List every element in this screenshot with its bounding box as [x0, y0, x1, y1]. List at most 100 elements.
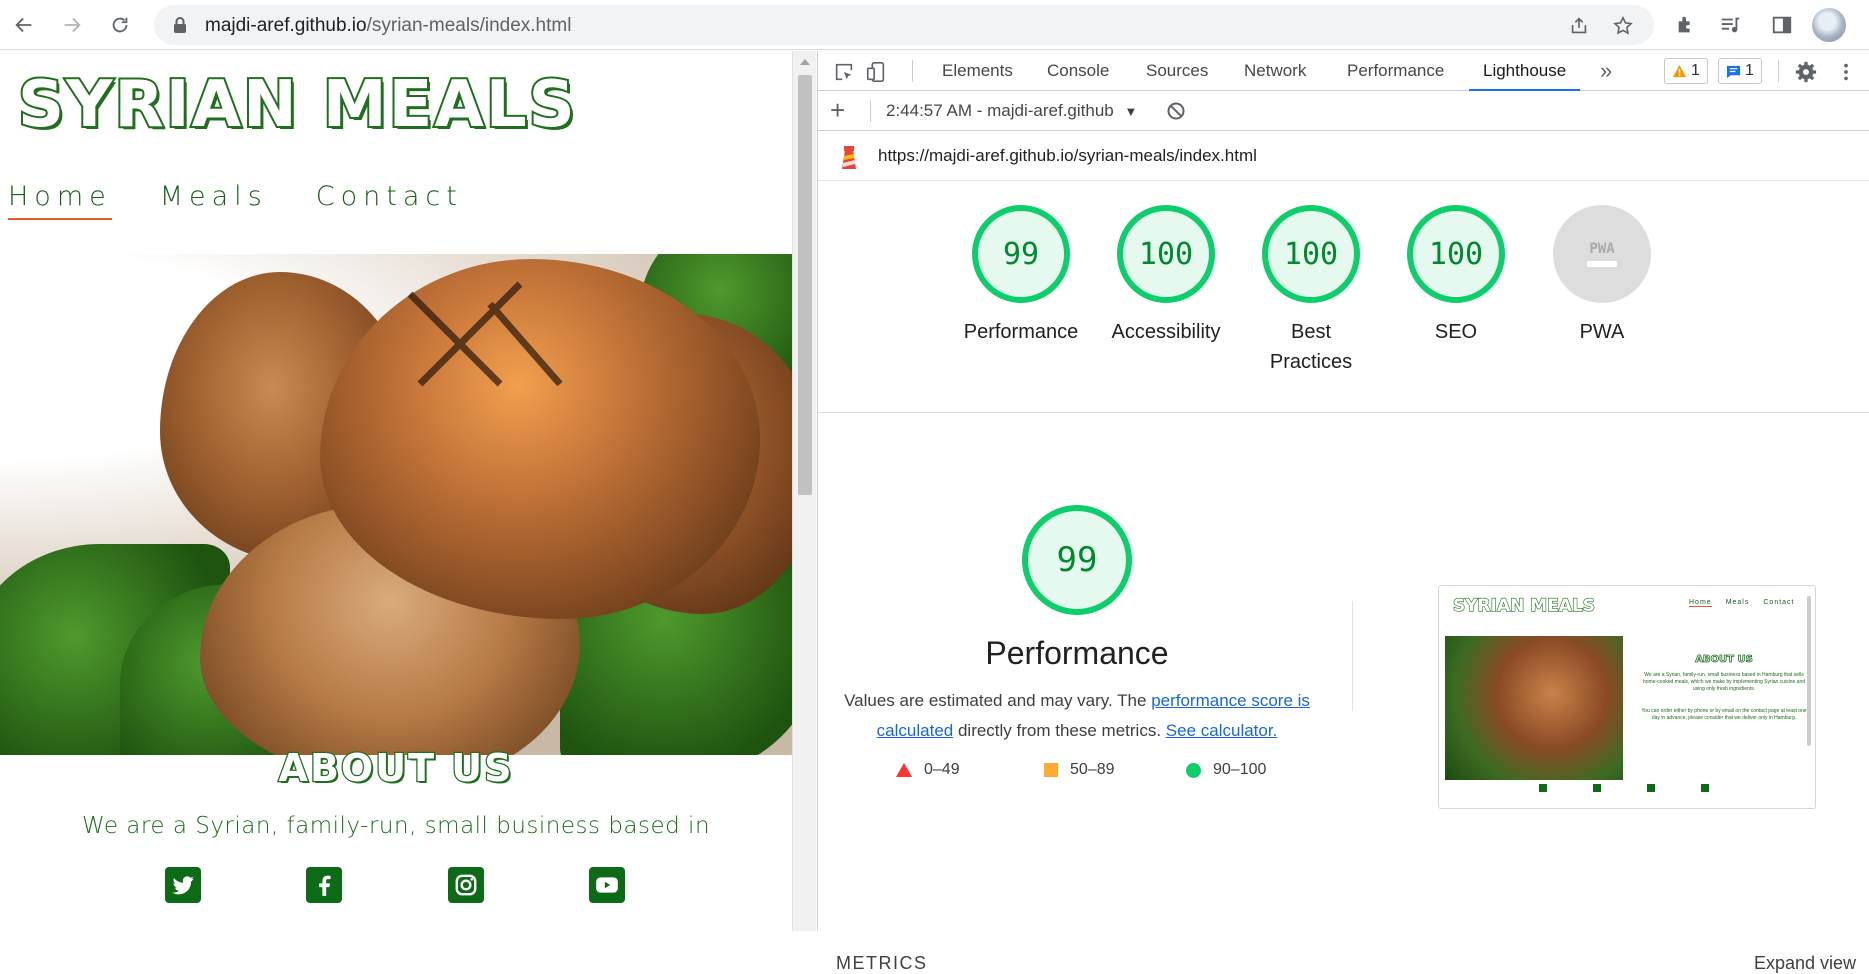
tab-console[interactable]: Console: [1045, 51, 1111, 91]
device-icon: [866, 62, 885, 82]
triangle-icon: [896, 763, 912, 777]
messages-count: 1: [1745, 62, 1754, 79]
tab-lighthouse[interactable]: Lighthouse: [1468, 51, 1581, 91]
thumb-scrollbar: [1807, 596, 1811, 746]
hero-image: [0, 254, 792, 755]
legend-label: 90–100: [1213, 761, 1267, 778]
page-scrollbar[interactable]: [792, 51, 816, 931]
description-text: Values are estimated and may vary. The: [844, 691, 1152, 710]
gauge-pwa[interactable]: PWA PWA: [1527, 205, 1677, 347]
puzzle-icon: [1678, 16, 1690, 33]
devtools-toolbar: Elements Console Sources Network Perform…: [818, 51, 1869, 91]
inspect-cursor-icon: [835, 63, 853, 81]
settings-button[interactable]: [1794, 60, 1818, 84]
twitter-icon: [172, 876, 194, 895]
gauge-score: 100: [1407, 205, 1505, 303]
tab-network[interactable]: Network: [1242, 51, 1308, 91]
lighthouse-url-bar: https://majdi-aref.github.io/syrian-meal…: [818, 131, 1869, 181]
thumb-about-heading: ABOUT US: [1695, 654, 1753, 666]
performance-description: Values are estimated and may vary. The p…: [838, 686, 1316, 746]
browser-toolbar: majdi-aref.github.io/syrian-meals/index.…: [0, 0, 1869, 50]
gauge-score: 99: [972, 205, 1070, 303]
gauge-best-practices[interactable]: 100 Best Practices: [1236, 205, 1386, 377]
media-control-button[interactable]: [1714, 9, 1746, 41]
url-host: majdi-aref.github.io: [205, 15, 367, 36]
audited-url[interactable]: https://majdi-aref.github.io/syrian-meal…: [878, 146, 1257, 166]
youtube-icon: [1701, 784, 1709, 792]
devtools-panel: Elements Console Sources Network Perform…: [817, 51, 1869, 973]
legend-fail: 0–49: [896, 761, 960, 779]
final-screenshot[interactable]: SYRIAN MEALS Home Meals Contact ABOUT US…: [1438, 585, 1816, 809]
nav-home-link[interactable]: Home: [8, 181, 112, 220]
tab-performance[interactable]: Performance: [1345, 51, 1446, 91]
messages-badge[interactable]: 1: [1718, 58, 1762, 84]
star-icon: [1613, 15, 1633, 35]
url-text: majdi-aref.github.io/syrian-meals/index.…: [205, 15, 571, 37]
tab-sources[interactable]: Sources: [1144, 51, 1210, 91]
device-toolbar-button[interactable]: [864, 60, 888, 84]
reload-button[interactable]: [104, 9, 136, 41]
legend-label: 0–49: [924, 761, 960, 778]
about-heading: ABOUT US: [277, 745, 514, 792]
scroll-up-arrow-icon[interactable]: [800, 59, 810, 65]
extensions-button[interactable]: [1670, 9, 1702, 41]
gauge-performance[interactable]: 99 Performance: [946, 205, 1096, 347]
inspect-element-button[interactable]: [832, 60, 856, 84]
report-select[interactable]: 2:44:57 AM - majdi-aref.github ▼: [886, 101, 1137, 121]
gauge-label: PWA: [1579, 321, 1625, 343]
site-nav: Home Meals Contact: [8, 181, 463, 220]
gauge-accessibility[interactable]: 100 Accessibility: [1091, 205, 1241, 347]
twitter-link[interactable]: [165, 867, 201, 903]
arrow-right-icon: [64, 17, 81, 33]
bookmark-button[interactable]: [1610, 13, 1636, 39]
divider: [1352, 601, 1353, 711]
forward-button[interactable]: [56, 9, 88, 41]
url-path: /syrian-meals/index.html: [366, 15, 572, 36]
instagram-icon: [455, 874, 477, 896]
performance-gauge: 99: [1022, 505, 1132, 615]
web-page: SYRIAN MEALS Home Meals Contact ABOUT US…: [0, 51, 792, 931]
legend-average: 50–89: [1044, 761, 1115, 779]
grill-marks: [407, 281, 563, 387]
warnings-badge[interactable]: 1: [1664, 58, 1708, 84]
report-select-value: 2:44:57 AM - majdi-aref.github: [886, 101, 1114, 120]
see-calculator-link[interactable]: See calculator.: [1166, 721, 1278, 740]
customize-devtools-button[interactable]: [1834, 60, 1858, 84]
page-scroll-thumb[interactable]: [798, 75, 812, 495]
tab-elements[interactable]: Elements: [940, 51, 1015, 91]
pwa-badge-text: PWA: [1589, 241, 1615, 257]
thumb-hero-image: [1445, 636, 1623, 780]
arrow-left-icon: [15, 17, 32, 33]
back-button[interactable]: [8, 9, 40, 41]
address-bar[interactable]: majdi-aref.github.io/syrian-meals/index.…: [154, 5, 1654, 45]
profile-avatar[interactable]: [1812, 8, 1846, 42]
gauge-seo[interactable]: 100 SEO: [1381, 205, 1531, 347]
kebab-menu-icon: [1844, 63, 1848, 81]
thumb-about-text: We are a Syrian, family-run, small busin…: [1642, 672, 1806, 692]
facebook-link[interactable]: [306, 867, 343, 903]
reload-icon: [112, 17, 128, 33]
side-panel-button[interactable]: [1766, 9, 1798, 41]
metrics-header: METRICS: [836, 953, 928, 973]
new-report-button[interactable]: +: [830, 97, 845, 123]
thumb-nav-item: Home: [1689, 599, 1712, 607]
description-text: directly from these metrics.: [953, 721, 1166, 740]
expand-view-toggle[interactable]: Expand view: [1754, 953, 1856, 974]
pwa-badge-icon: PWA: [1553, 205, 1651, 303]
square-icon: [1044, 763, 1058, 777]
share-button[interactable]: [1566, 13, 1592, 39]
site-logo[interactable]: SYRIAN MEALS: [16, 71, 577, 139]
lighthouse-toolbar: + 2:44:57 AM - majdi-aref.github ▼: [818, 91, 1869, 131]
nav-meals-link[interactable]: Meals: [160, 181, 268, 220]
instagram-link[interactable]: [447, 867, 484, 903]
score-gauges: 99 Performance 100 Accessibility 100 Bes…: [818, 181, 1869, 413]
thumb-nav-item: Meals: [1725, 599, 1750, 606]
nav-contact-link[interactable]: Contact: [316, 181, 463, 220]
legend-pass: 90–100: [1186, 761, 1266, 779]
more-tabs-button[interactable]: »: [1598, 51, 1614, 91]
performance-section: 99 Performance Values are estimated and …: [818, 413, 1869, 973]
clear-all-icon[interactable]: [1166, 101, 1186, 121]
instagram-icon: [1647, 784, 1655, 792]
lock-icon: [174, 17, 186, 33]
youtube-link[interactable]: [588, 867, 625, 903]
